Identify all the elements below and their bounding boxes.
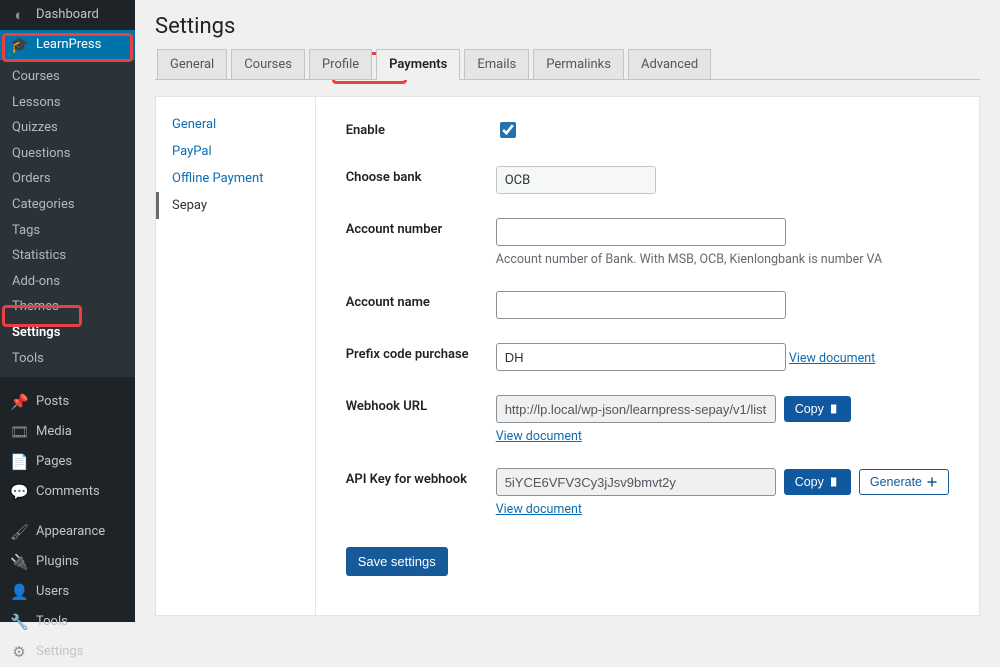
page-title: Settings [155,14,980,39]
menu-settings[interactable]: ⚙ Settings [0,637,135,667]
pages-icon: 📄 [10,453,28,471]
enable-label: Enable [346,119,496,138]
prefix-doc-link[interactable]: View document [789,351,875,366]
menu-label: Settings [36,644,83,660]
prefix-label: Prefix code purchase [346,343,496,362]
sepay-form: Enable Choose bank OCB Account number Ac… [316,97,979,615]
menu-media[interactable]: 🎞 Media [0,417,135,447]
users-icon: 👤 [10,583,28,601]
copy-icon [828,476,840,488]
menu-posts[interactable]: 📌 Posts [0,387,135,417]
copy-label: Copy [795,475,824,489]
tab-profile[interactable]: Profile [309,49,372,79]
learnpress-submenu: Courses Lessons Quizzes Questions Orders… [0,60,135,377]
main-content: Settings General Courses Profile Payment… [135,0,1000,622]
menu-appearance[interactable]: 🖌 Appearance [0,517,135,547]
submenu-tools[interactable]: Tools [0,346,135,372]
submenu-tags[interactable]: Tags [0,218,135,244]
tab-courses[interactable]: Courses [231,49,305,79]
apikey-doc-link[interactable]: View document [496,502,582,517]
apikey-input[interactable] [496,468,776,496]
menu-label: LearnPress [36,37,101,53]
menu-comments[interactable]: 💬 Comments [0,477,135,507]
menu-label: Appearance [36,524,105,540]
payments-subnav: General PayPal Offline Payment Sepay [156,97,316,615]
menu-label: Pages [36,454,72,470]
submenu-questions[interactable]: Questions [0,141,135,167]
choose-bank-label: Choose bank [346,166,496,185]
tab-permalinks[interactable]: Permalinks [533,49,624,79]
menu-users[interactable]: 👤 Users [0,577,135,607]
submenu-categories[interactable]: Categories [0,192,135,218]
appearance-icon: 🖌 [10,523,28,541]
apikey-label: API Key for webhook [346,468,496,487]
tab-general[interactable]: General [157,49,227,79]
tab-advanced[interactable]: Advanced [628,49,711,79]
tab-emails[interactable]: Emails [464,49,529,79]
subnav-offline[interactable]: Offline Payment [156,165,315,192]
submenu-statistics[interactable]: Statistics [0,243,135,269]
subnav-sepay[interactable]: Sepay [156,192,315,219]
menu-learnpress[interactable]: 🎓 LearnPress [0,30,135,60]
account-number-hint: Account number of Bank. With MSB, OCB, K… [496,252,949,267]
settings-icon: ⚙ [10,643,28,661]
save-settings-button[interactable]: Save settings [346,547,448,576]
submenu-themes[interactable]: Themes [0,294,135,320]
account-number-label: Account number [346,218,496,237]
plus-icon [926,476,938,488]
settings-tabs: General Courses Profile Payments Emails … [155,49,980,80]
copy-icon [828,403,840,415]
submenu-addons[interactable]: Add-ons [0,269,135,295]
menu-label: Media [36,424,72,440]
subnav-general[interactable]: General [156,111,315,138]
webhook-url-input[interactable] [496,395,776,423]
menu-label: Users [36,584,69,600]
settings-card: General PayPal Offline Payment Sepay Ena… [155,96,980,616]
menu-label: Posts [36,394,69,410]
comments-icon: 💬 [10,483,28,501]
menu-label: Tools [36,614,68,630]
choose-bank-select[interactable]: OCB [496,166,656,194]
webhook-copy-button[interactable]: Copy [784,396,851,422]
copy-label: Copy [795,402,824,416]
submenu-orders[interactable]: Orders [0,166,135,192]
apikey-generate-button[interactable]: Generate [859,469,949,495]
webhook-label: Webhook URL [346,395,496,414]
account-number-input[interactable] [496,218,786,246]
generate-label: Generate [870,475,922,489]
enable-checkbox[interactable] [500,122,516,138]
account-name-input[interactable] [496,291,786,319]
subnav-paypal[interactable]: PayPal [156,138,315,165]
menu-plugins[interactable]: 🔌 Plugins [0,547,135,577]
submenu-settings[interactable]: Settings [0,320,135,346]
tools-icon: 🔧 [10,613,28,631]
prefix-input[interactable] [496,343,786,371]
dashboard-icon: ◐ [10,6,28,24]
menu-pages[interactable]: 📄 Pages [0,447,135,477]
menu-label: Plugins [36,554,79,570]
pin-icon: 📌 [10,393,28,411]
menu-label: Dashboard [36,7,99,23]
submenu-lessons[interactable]: Lessons [0,90,135,116]
learnpress-icon: 🎓 [10,36,28,54]
submenu-courses[interactable]: Courses [0,64,135,90]
media-icon: 🎞 [10,423,28,441]
account-name-label: Account name [346,291,496,310]
submenu-quizzes[interactable]: Quizzes [0,115,135,141]
apikey-copy-button[interactable]: Copy [784,469,851,495]
tab-payments[interactable]: Payments [376,49,460,80]
menu-dashboard[interactable]: ◐ Dashboard [0,0,135,30]
menu-tools[interactable]: 🔧 Tools [0,607,135,637]
menu-label: Comments [36,484,100,500]
admin-sidebar: ◐ Dashboard 🎓 LearnPress Courses Lessons… [0,0,135,622]
plugins-icon: 🔌 [10,553,28,571]
choose-bank-value: OCB [505,173,531,188]
webhook-doc-link[interactable]: View document [496,429,582,444]
